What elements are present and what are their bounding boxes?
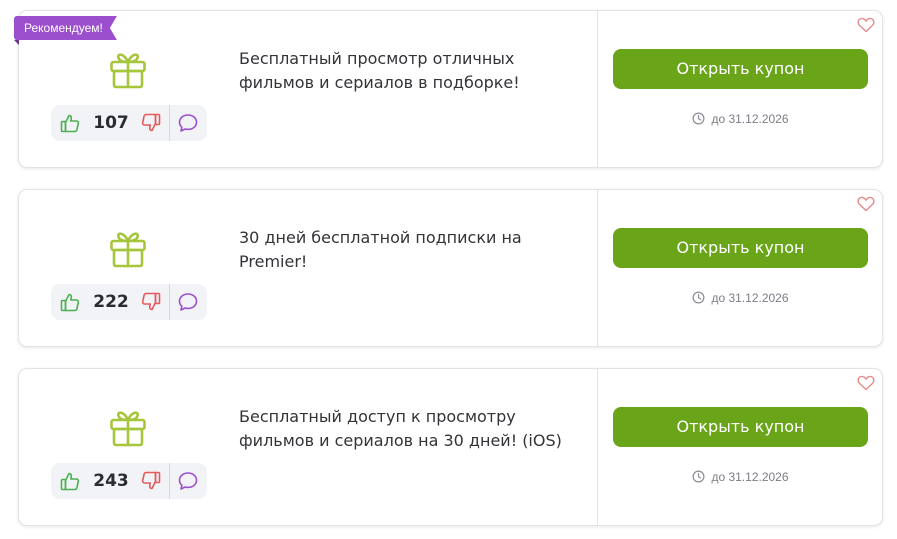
coupon-title: Бесплатный доступ к просмотру фильмов и … [239,407,562,450]
coupon-title: 30 дней бесплатной подписки на Premier! [239,228,522,271]
expiry-text: до 31.12.2026 [711,112,789,126]
coupon-card: Рекомендуем! 107 Бесплатный просмотр отл… [14,10,883,168]
thumbs-up-icon[interactable] [59,470,81,492]
thumbs-up-icon[interactable] [59,291,81,313]
vote-widget: 222 [51,284,207,320]
vote-widget: 243 [51,463,207,499]
vote-count: 107 [93,113,129,133]
recommended-badge: Рекомендуем! [14,16,117,40]
clock-icon [692,112,705,125]
vote-count: 243 [93,471,129,491]
coupon-title: Бесплатный просмотр отличных фильмов и с… [239,49,520,92]
thumbs-down-icon[interactable] [140,470,162,492]
thumbs-down-icon[interactable] [140,112,162,134]
thumbs-up-icon[interactable] [59,112,81,134]
gift-icon [110,53,146,89]
open-coupon-button[interactable]: Открыть купон [613,407,868,447]
card-divider [597,369,598,525]
gift-icon [110,232,146,268]
coupon-card: 222 30 дней бесплатной подписки на Premi… [18,189,883,347]
thumbs-down-icon[interactable] [140,291,162,313]
vote-count: 222 [93,292,129,312]
heart-icon[interactable] [857,375,875,391]
heart-icon[interactable] [857,17,875,33]
heart-icon[interactable] [857,196,875,212]
gift-icon [110,411,146,447]
coupon-list: Рекомендуем! 107 Бесплатный просмотр отл… [0,0,897,539]
expiry-date: до 31.12.2026 [613,288,868,308]
open-coupon-button[interactable]: Открыть купон [613,49,868,89]
expiry-date: до 31.12.2026 [613,109,868,129]
comment-icon[interactable] [177,470,199,492]
vote-widget: 107 [51,105,207,141]
coupon-card: 243 Бесплатный доступ к просмотру фильмо… [18,368,883,526]
card-divider [597,11,598,167]
vote-divider [169,284,170,320]
clock-icon [692,291,705,304]
expiry-text: до 31.12.2026 [711,291,789,305]
badge-fold [14,40,19,45]
comment-icon[interactable] [177,291,199,313]
expiry-text: до 31.12.2026 [711,470,789,484]
open-coupon-button[interactable]: Открыть купон [613,228,868,268]
clock-icon [692,470,705,483]
vote-divider [169,105,170,141]
card-divider [597,190,598,346]
comment-icon[interactable] [177,112,199,134]
vote-divider [169,463,170,499]
expiry-date: до 31.12.2026 [613,467,868,487]
